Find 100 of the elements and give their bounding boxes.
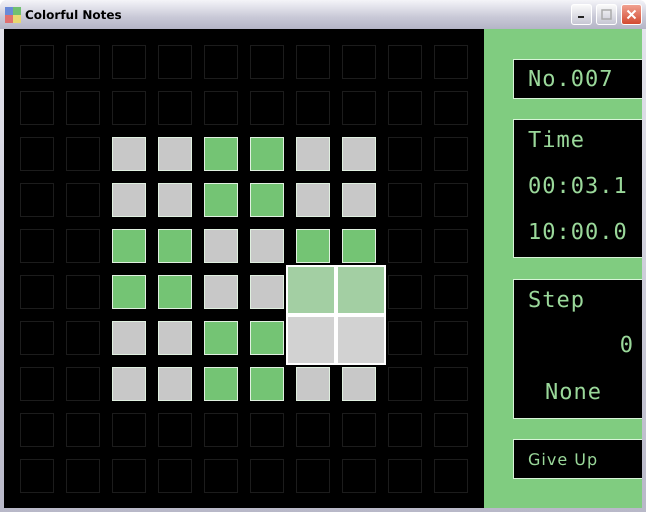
empty-slot[interactable] — [434, 459, 468, 493]
empty-slot[interactable] — [66, 275, 100, 309]
board-tile[interactable] — [250, 275, 284, 309]
empty-slot[interactable] — [296, 459, 330, 493]
empty-slot[interactable] — [20, 91, 54, 125]
empty-slot[interactable] — [434, 45, 468, 79]
board-tile[interactable] — [204, 229, 238, 263]
board-tile[interactable] — [204, 321, 238, 355]
empty-slot[interactable] — [388, 413, 422, 447]
board-tile[interactable] — [250, 137, 284, 171]
selected-tile[interactable] — [336, 315, 386, 365]
board-tile[interactable] — [112, 183, 146, 217]
empty-slot[interactable] — [434, 275, 468, 309]
board-tile[interactable] — [250, 183, 284, 217]
empty-slot[interactable] — [66, 459, 100, 493]
empty-slot[interactable] — [20, 183, 54, 217]
empty-slot[interactable] — [20, 367, 54, 401]
board-tile[interactable] — [204, 183, 238, 217]
board-tile[interactable] — [296, 183, 330, 217]
empty-slot[interactable] — [250, 459, 284, 493]
empty-slot[interactable] — [158, 91, 192, 125]
board-tile[interactable] — [250, 229, 284, 263]
empty-slot[interactable] — [20, 413, 54, 447]
minimize-button[interactable] — [571, 4, 592, 25]
board-tile[interactable] — [342, 367, 376, 401]
empty-slot[interactable] — [388, 91, 422, 125]
board-tile[interactable] — [296, 367, 330, 401]
empty-slot[interactable] — [434, 321, 468, 355]
empty-slot[interactable] — [66, 321, 100, 355]
selected-tile[interactable] — [286, 315, 336, 365]
board-tile[interactable] — [204, 367, 238, 401]
empty-slot[interactable] — [66, 229, 100, 263]
empty-slot[interactable] — [388, 367, 422, 401]
empty-slot[interactable] — [388, 183, 422, 217]
board-tile[interactable] — [112, 367, 146, 401]
board-tile[interactable] — [112, 275, 146, 309]
close-button[interactable] — [621, 4, 642, 25]
board-tile[interactable] — [158, 229, 192, 263]
empty-slot[interactable] — [158, 45, 192, 79]
empty-slot[interactable] — [158, 413, 192, 447]
empty-slot[interactable] — [296, 413, 330, 447]
empty-slot[interactable] — [112, 91, 146, 125]
empty-slot[interactable] — [66, 45, 100, 79]
empty-slot[interactable] — [204, 459, 238, 493]
empty-slot[interactable] — [388, 45, 422, 79]
board-tile[interactable] — [158, 275, 192, 309]
board-tile[interactable] — [250, 367, 284, 401]
empty-slot[interactable] — [296, 91, 330, 125]
empty-slot[interactable] — [204, 45, 238, 79]
selected-tile[interactable] — [336, 265, 386, 315]
empty-slot[interactable] — [388, 459, 422, 493]
empty-slot[interactable] — [112, 45, 146, 79]
board-tile[interactable] — [158, 137, 192, 171]
empty-slot[interactable] — [112, 459, 146, 493]
give-up-button[interactable]: Give Up — [513, 439, 642, 479]
board-tile[interactable] — [342, 229, 376, 263]
empty-slot[interactable] — [66, 183, 100, 217]
empty-slot[interactable] — [342, 45, 376, 79]
empty-slot[interactable] — [434, 413, 468, 447]
empty-slot[interactable] — [20, 137, 54, 171]
board-tile[interactable] — [296, 229, 330, 263]
board-tile[interactable] — [112, 137, 146, 171]
board-tile[interactable] — [204, 275, 238, 309]
empty-slot[interactable] — [20, 275, 54, 309]
empty-slot[interactable] — [388, 137, 422, 171]
empty-slot[interactable] — [250, 413, 284, 447]
empty-slot[interactable] — [66, 91, 100, 125]
empty-slot[interactable] — [250, 91, 284, 125]
empty-slot[interactable] — [434, 91, 468, 125]
empty-slot[interactable] — [66, 367, 100, 401]
board-tile[interactable] — [204, 137, 238, 171]
empty-slot[interactable] — [388, 321, 422, 355]
empty-slot[interactable] — [204, 413, 238, 447]
empty-slot[interactable] — [296, 45, 330, 79]
empty-slot[interactable] — [434, 183, 468, 217]
empty-slot[interactable] — [342, 413, 376, 447]
selected-tile[interactable] — [286, 265, 336, 315]
board-tile[interactable] — [112, 229, 146, 263]
board-tile[interactable] — [342, 183, 376, 217]
empty-slot[interactable] — [112, 413, 146, 447]
empty-slot[interactable] — [66, 137, 100, 171]
empty-slot[interactable] — [388, 275, 422, 309]
board-tile[interactable] — [112, 321, 146, 355]
empty-slot[interactable] — [434, 137, 468, 171]
empty-slot[interactable] — [20, 321, 54, 355]
empty-slot[interactable] — [342, 459, 376, 493]
empty-slot[interactable] — [20, 229, 54, 263]
board-tile[interactable] — [296, 137, 330, 171]
empty-slot[interactable] — [342, 91, 376, 125]
empty-slot[interactable] — [158, 459, 192, 493]
board-tile[interactable] — [158, 321, 192, 355]
empty-slot[interactable] — [20, 45, 54, 79]
board-tile[interactable] — [342, 137, 376, 171]
empty-slot[interactable] — [66, 413, 100, 447]
empty-slot[interactable] — [250, 45, 284, 79]
empty-slot[interactable] — [434, 367, 468, 401]
empty-slot[interactable] — [388, 229, 422, 263]
empty-slot[interactable] — [20, 459, 54, 493]
empty-slot[interactable] — [204, 91, 238, 125]
board-tile[interactable] — [158, 367, 192, 401]
